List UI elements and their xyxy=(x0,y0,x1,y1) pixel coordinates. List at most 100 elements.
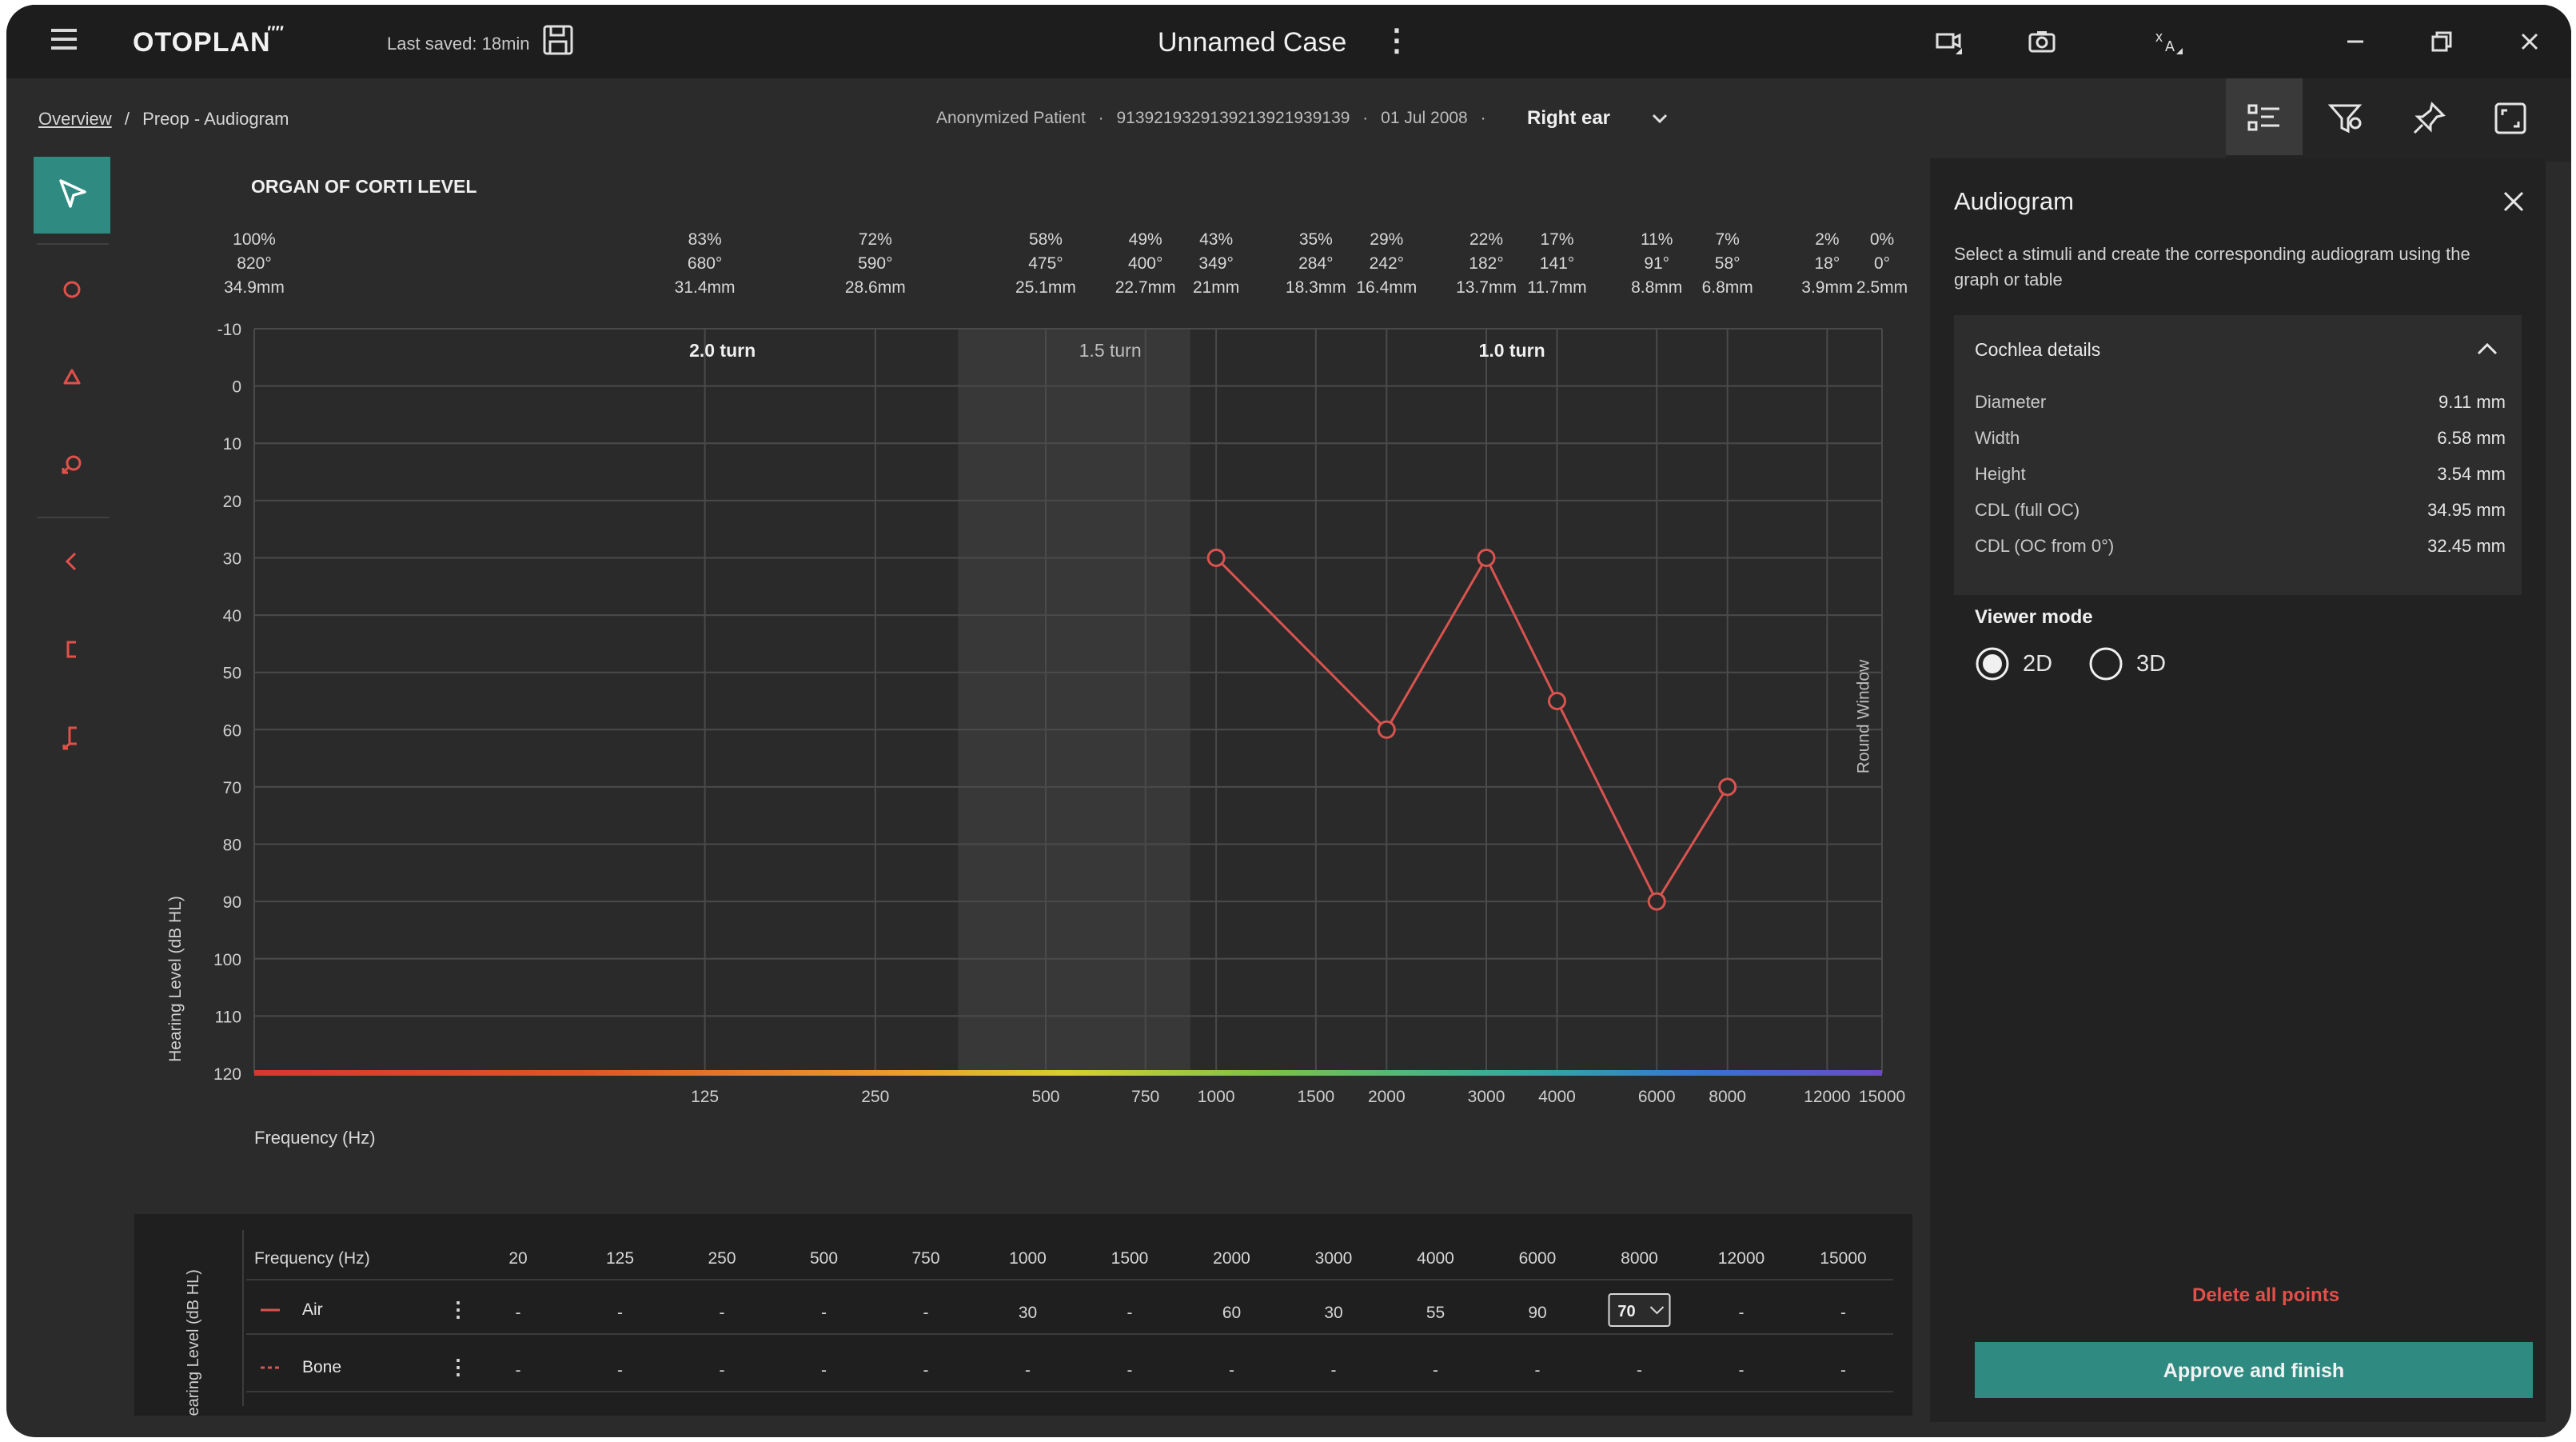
pin-icon[interactable] xyxy=(2411,101,2446,136)
x-tick-label: 1500 xyxy=(1297,1088,1334,1106)
table-frequency-header: 750 xyxy=(911,1249,939,1268)
table-cell-value[interactable]: 55 xyxy=(1426,1304,1445,1322)
camera-icon[interactable] xyxy=(2028,27,2056,56)
top-scale-label: 349° xyxy=(1198,254,1233,273)
table-cell-value[interactable]: - xyxy=(1127,1361,1133,1380)
top-scale-label: 2.5mm xyxy=(1856,278,1908,297)
close-panel-icon[interactable] xyxy=(2501,189,2526,214)
detail-value: 3.54 mm xyxy=(2437,464,2506,484)
y-tick-label: 10 xyxy=(223,435,241,453)
top-scale-label: 72% xyxy=(859,230,892,249)
air-data-point[interactable] xyxy=(1547,692,1566,710)
top-scale-label: 100% xyxy=(233,230,276,249)
table-frequency-header: 12000 xyxy=(1718,1249,1765,1268)
viewer-mode-label: Viewer mode xyxy=(1975,606,2093,628)
top-scale-label: 475° xyxy=(1028,254,1063,273)
table-cell-value[interactable]: - xyxy=(1025,1361,1031,1380)
air-data-point[interactable] xyxy=(1477,548,1496,567)
radio-3d-label[interactable]: 3D xyxy=(2136,651,2166,677)
table-cell-value[interactable]: 70 xyxy=(1617,1303,1635,1320)
top-scale-label: 400° xyxy=(1128,254,1162,273)
table-cell-value[interactable]: 90 xyxy=(1528,1304,1546,1322)
detail-value: 9.11 mm xyxy=(2438,392,2506,412)
table-frequency-header: 500 xyxy=(810,1249,838,1268)
list-view-icon[interactable] xyxy=(2247,101,2282,136)
table-cell-value[interactable]: - xyxy=(1535,1361,1541,1380)
y-tick-label: 70 xyxy=(223,779,241,797)
audiogram-side-panel: Audiogram Select a stimuli and create th… xyxy=(1930,158,2546,1422)
round-window-label: Round Window xyxy=(1854,659,1872,773)
table-row-label: Bone xyxy=(302,1358,341,1376)
top-scale-label: 820° xyxy=(237,254,271,273)
radio-3d[interactable] xyxy=(2088,646,2123,681)
table-frequency-header: 20 xyxy=(508,1249,527,1268)
air-data-point[interactable] xyxy=(1718,777,1737,797)
table-cell-value[interactable]: - xyxy=(821,1361,827,1380)
y-tick-label: 80 xyxy=(223,837,241,855)
top-scale-label: 34.9mm xyxy=(224,278,285,297)
table-cell-value[interactable]: - xyxy=(617,1361,623,1380)
table-cell-value[interactable]: - xyxy=(516,1361,521,1380)
table-cell-value[interactable]: - xyxy=(1433,1361,1438,1380)
table-cell-value[interactable]: - xyxy=(1229,1361,1234,1380)
top-scale-label: 13.7mm xyxy=(1456,278,1517,297)
air-data-point[interactable] xyxy=(1206,548,1226,567)
table-cell-value[interactable]: - xyxy=(720,1304,725,1322)
air-data-point[interactable] xyxy=(1377,720,1396,739)
delete-all-points-button[interactable]: Delete all points xyxy=(2192,1284,2339,1307)
top-scale-label: 22% xyxy=(1469,230,1503,249)
screenshot-frame-icon[interactable] xyxy=(2493,101,2528,136)
svg-text:x: x xyxy=(2155,29,2163,45)
top-scale-label: 91° xyxy=(1644,254,1669,273)
top-scale-label: 141° xyxy=(1540,254,1574,273)
table-cell-value[interactable]: - xyxy=(720,1361,725,1380)
y-axis-label: Hearing Level (dB HL) xyxy=(166,896,185,1062)
cochlea-details-title[interactable]: Cochlea details xyxy=(1975,339,2100,361)
x-tick-label: 8000 xyxy=(1709,1088,1746,1106)
table-cell-value[interactable]: - xyxy=(1739,1361,1745,1380)
table-cell-value[interactable]: - xyxy=(1739,1304,1745,1322)
radio-2d[interactable] xyxy=(1975,646,2010,681)
table-cell-value[interactable]: - xyxy=(923,1361,929,1380)
top-scale-label: 25.1mm xyxy=(1015,278,1076,297)
table-cell-value[interactable]: - xyxy=(1637,1361,1642,1380)
top-scale-label: 3.9mm xyxy=(1801,278,1852,297)
minimize-icon[interactable] xyxy=(2341,27,2370,56)
top-scale-label: 31.4mm xyxy=(675,278,736,297)
table-frequency-header: 250 xyxy=(708,1249,736,1268)
top-scale-label: 11% xyxy=(1641,230,1673,249)
table-side-label: Hearing Level (dB HL) xyxy=(185,1269,202,1416)
air-data-point[interactable] xyxy=(1647,892,1666,911)
top-scale-label: 7% xyxy=(1715,230,1739,249)
close-window-icon[interactable] xyxy=(2515,27,2544,56)
frequency-color-band xyxy=(254,1070,1882,1076)
table-cell-value[interactable]: - xyxy=(821,1304,827,1322)
top-scale-label: 680° xyxy=(688,254,722,273)
approve-and-finish-button[interactable]: Approve and finish xyxy=(1975,1342,2533,1398)
radio-2d-label[interactable]: 2D xyxy=(2023,651,2052,677)
table-cell-value[interactable]: 60 xyxy=(1222,1304,1241,1322)
table-cell-value[interactable]: 30 xyxy=(1019,1304,1037,1322)
table-cell-value[interactable]: - xyxy=(617,1304,623,1322)
filter-view-icon[interactable] xyxy=(2328,101,2363,136)
table-cell-value[interactable]: - xyxy=(923,1304,929,1322)
top-scale-label: 16.4mm xyxy=(1356,278,1417,297)
x-tick-label: 500 xyxy=(1031,1088,1059,1106)
table-cell-value[interactable]: - xyxy=(1840,1361,1846,1380)
table-cell-value[interactable]: - xyxy=(1331,1361,1337,1380)
y-tick-label: 30 xyxy=(223,549,241,568)
table-cell-value[interactable]: 30 xyxy=(1324,1304,1342,1322)
translate-icon[interactable]: x A xyxy=(2154,27,2183,56)
table-cell-value[interactable]: - xyxy=(1127,1304,1133,1322)
table-cell-value[interactable]: - xyxy=(516,1304,521,1322)
audiogram-chart[interactable]: -10 0 10 20 30 40 50 60 70 80 90 100 110 120 125 250 500… xyxy=(6,5,1925,1204)
screen-record-icon[interactable] xyxy=(1935,27,1964,56)
chevron-up-icon[interactable] xyxy=(2475,339,2499,358)
x-tick-label: 6000 xyxy=(1638,1088,1676,1106)
row-kebab-menu-icon[interactable]: ⋮ xyxy=(448,1297,469,1321)
top-scale-label: 29% xyxy=(1370,230,1403,249)
table-cell-value[interactable]: - xyxy=(1840,1304,1846,1322)
restore-icon[interactable] xyxy=(2427,27,2456,56)
top-scale-label: 28.6mm xyxy=(845,278,906,297)
row-kebab-menu-icon[interactable]: ⋮ xyxy=(448,1355,469,1379)
